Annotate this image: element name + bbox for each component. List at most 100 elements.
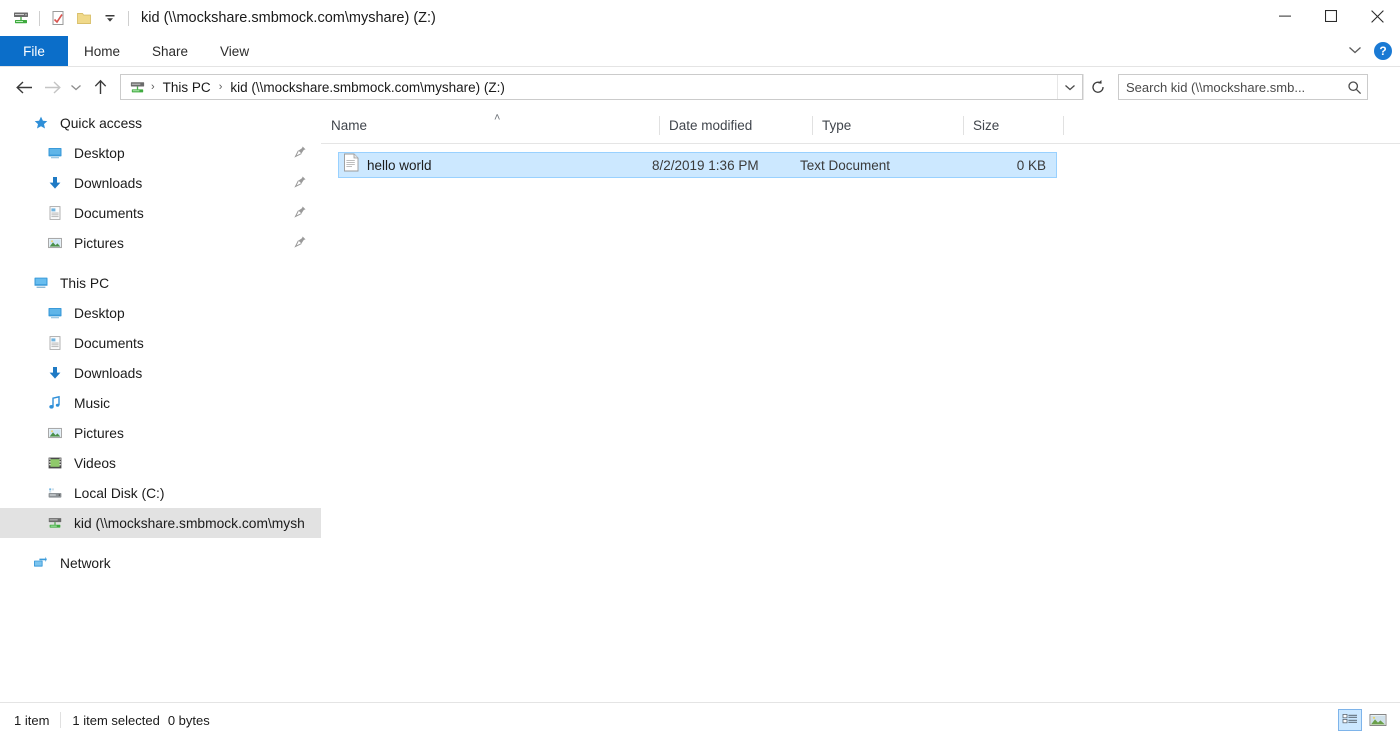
sidebar-item-quick-downloads[interactable]: Downloads — [0, 168, 321, 198]
view-mode-buttons — [1338, 709, 1390, 731]
column-header-name[interactable]: Name — [321, 108, 659, 143]
desktop-icon — [45, 143, 65, 163]
column-divider-4[interactable] — [1063, 116, 1064, 135]
sidebar-item-network-drive-z[interactable]: kid (\\mockshare.smbmock.com\mysh — [0, 508, 321, 538]
breadcrumb: › This PC › kid (\\mockshare.smbmock.com… — [121, 79, 1057, 96]
file-date-modified: 8/2/2019 1:36 PM — [652, 157, 759, 173]
sidebar-item-quick-documents[interactable]: Documents — [0, 198, 321, 228]
file-list-pane[interactable]: Name ˄ Date modified Type Size hello wor… — [321, 108, 1400, 702]
sidebar-item-desktop[interactable]: Desktop — [0, 298, 321, 328]
sort-ascending-icon: ˄ — [494, 112, 501, 124]
search-input[interactable]: Search kid (\\mockshare.smb... — [1118, 74, 1368, 100]
pin-icon[interactable] — [294, 235, 307, 251]
sidebar-group-this-pc[interactable]: This PC — [0, 268, 321, 298]
sidebar-item-label: Desktop — [74, 145, 125, 161]
file-type: Text Document — [800, 157, 891, 173]
sidebar-item-videos[interactable]: Videos — [0, 448, 321, 478]
qat-separator-2 — [128, 10, 129, 26]
pin-icon[interactable] — [294, 175, 307, 191]
network-icon — [31, 553, 51, 573]
sidebar-item-label: Pictures — [74, 425, 124, 441]
search-icon[interactable] — [1341, 80, 1367, 95]
close-button[interactable] — [1354, 0, 1400, 32]
sidebar-item-music[interactable]: Music — [0, 388, 321, 418]
large-icons-view-button[interactable] — [1366, 709, 1390, 731]
search-placeholder: Search kid (\\mockshare.smb... — [1126, 79, 1306, 95]
breadcrumb-item-share[interactable]: kid (\\mockshare.smbmock.com\myshare) (Z… — [227, 80, 508, 95]
column-header-label: Size — [973, 118, 1000, 133]
quick-access-toolbar: kid (\\mockshare.smbmock.com\myshare) (Z… — [0, 5, 436, 31]
music-icon — [45, 393, 65, 413]
details-view-button[interactable] — [1338, 709, 1362, 731]
back-button[interactable] — [10, 73, 38, 101]
status-separator — [60, 712, 62, 728]
pictures-icon — [45, 233, 65, 253]
column-header-label: Date modified — [669, 118, 753, 133]
sidebar-gap-2 — [0, 538, 321, 548]
sidebar-item-quick-desktop[interactable]: Desktop — [0, 138, 321, 168]
tab-file[interactable]: File — [0, 36, 68, 66]
table-row[interactable]: hello world 8/2/2019 1:36 PM Text Docume… — [338, 152, 1057, 178]
column-header-row: Name ˄ Date modified Type Size — [321, 108, 1400, 144]
properties-icon[interactable] — [45, 5, 71, 31]
title-bar: kid (\\mockshare.smbmock.com\myshare) (Z… — [0, 0, 1400, 36]
sidebar-item-label: Downloads — [74, 365, 143, 381]
minimize-button[interactable] — [1262, 0, 1308, 32]
maximize-button[interactable] — [1308, 0, 1354, 32]
pin-icon[interactable] — [294, 145, 307, 161]
pin-icon[interactable] — [294, 205, 307, 221]
customize-quick-access-icon[interactable] — [97, 5, 123, 31]
address-bar: › This PC › kid (\\mockshare.smbmock.com… — [0, 67, 1400, 107]
ribbon-tabs: File Home Share View — [0, 36, 1400, 66]
forward-button[interactable] — [38, 73, 66, 101]
refresh-button[interactable] — [1083, 74, 1112, 100]
column-header-label: Type — [822, 118, 852, 133]
star-icon — [31, 113, 51, 133]
documents-icon — [45, 203, 65, 223]
sidebar-item-downloads[interactable]: Downloads — [0, 358, 321, 388]
sidebar-item-label: Pictures — [74, 235, 124, 251]
breadcrumb-separator-2[interactable]: › — [214, 81, 228, 93]
breadcrumb-item-this-pc[interactable]: This PC — [160, 80, 214, 95]
sidebar-item-label: Documents — [74, 205, 144, 221]
sidebar-item-documents[interactable]: Documents — [0, 328, 321, 358]
sidebar-item-pictures[interactable]: Pictures — [0, 418, 321, 448]
local-disk-icon — [45, 483, 65, 503]
sidebar-item-label: Documents — [74, 335, 144, 351]
tab-home[interactable]: Home — [68, 36, 136, 66]
sidebar-item-label: Downloads — [74, 175, 143, 191]
new-folder-icon[interactable] — [71, 5, 97, 31]
sidebar-group-quick-access[interactable]: Quick access — [0, 108, 321, 138]
navigation-pane[interactable]: Quick access Desktop Downloads Documents… — [0, 108, 321, 702]
chevron-down-icon[interactable] — [1348, 42, 1362, 60]
documents-icon — [45, 333, 65, 353]
sidebar-gap-1 — [0, 258, 321, 268]
breadcrumb-drive-icon — [127, 79, 146, 96]
videos-icon — [45, 453, 65, 473]
tab-share[interactable]: Share — [136, 36, 204, 66]
download-icon — [45, 173, 65, 193]
address-input[interactable]: › This PC › kid (\\mockshare.smbmock.com… — [120, 74, 1083, 100]
sidebar-item-label: Music — [74, 395, 111, 411]
sidebar-item-quick-pictures[interactable]: Pictures — [0, 228, 321, 258]
network-drive-icon[interactable] — [8, 5, 34, 31]
address-dropdown-icon[interactable] — [1057, 75, 1082, 99]
file-name: hello world — [367, 157, 432, 173]
help-icon[interactable]: ? — [1374, 42, 1392, 60]
network-drive-icon — [45, 513, 65, 533]
column-header-date-modified[interactable]: Date modified — [659, 108, 812, 143]
qat-separator-1 — [39, 10, 40, 26]
sidebar-group-label: Quick access — [60, 115, 143, 131]
pictures-icon — [45, 423, 65, 443]
breadcrumb-separator-1[interactable]: › — [146, 81, 160, 93]
sidebar-group-network[interactable]: Network — [0, 548, 321, 578]
status-selection-size: 0 bytes — [167, 712, 210, 728]
sidebar-group-label: This PC — [60, 275, 110, 291]
column-header-type[interactable]: Type — [812, 108, 963, 143]
this-pc-icon — [31, 273, 51, 293]
tab-view[interactable]: View — [204, 36, 265, 66]
up-button[interactable] — [86, 73, 114, 101]
column-header-size[interactable]: Size — [963, 108, 1063, 143]
recent-locations-icon[interactable] — [66, 73, 86, 101]
sidebar-item-local-disk-c[interactable]: Local Disk (C:) — [0, 478, 321, 508]
